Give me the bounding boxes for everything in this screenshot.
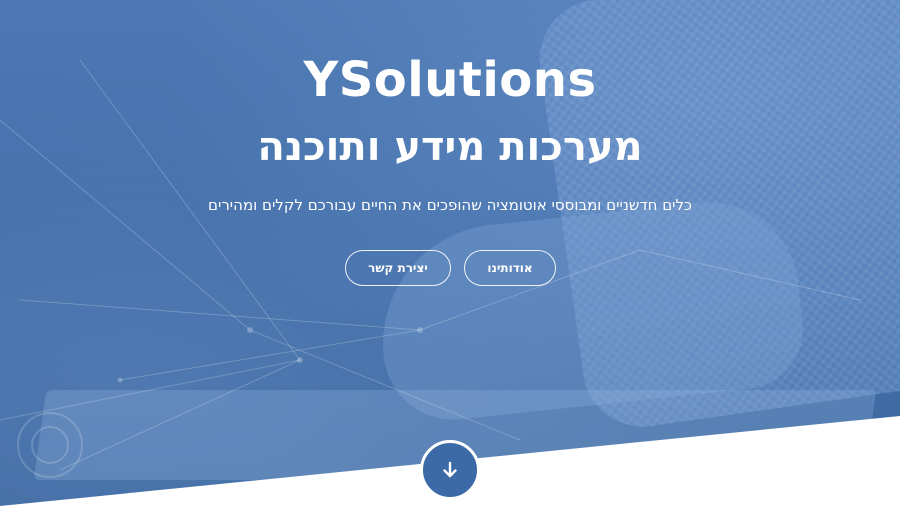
brand-title: YSolutions: [303, 52, 597, 108]
hero-subtitle: מערכות מידע ותוכנה: [257, 124, 643, 170]
contact-button[interactable]: יצירת קשר: [345, 250, 451, 286]
hero-section: YSolutions מערכות מידע ותוכנה כלים חדשני…: [0, 0, 900, 506]
hero-tagline: כלים חדשניים ומבוססי אוטומציה שהופכים את…: [208, 196, 692, 214]
scroll-down-button[interactable]: [420, 440, 480, 500]
about-button[interactable]: אודותינו: [464, 250, 556, 286]
arrow-down-icon: [443, 461, 457, 478]
